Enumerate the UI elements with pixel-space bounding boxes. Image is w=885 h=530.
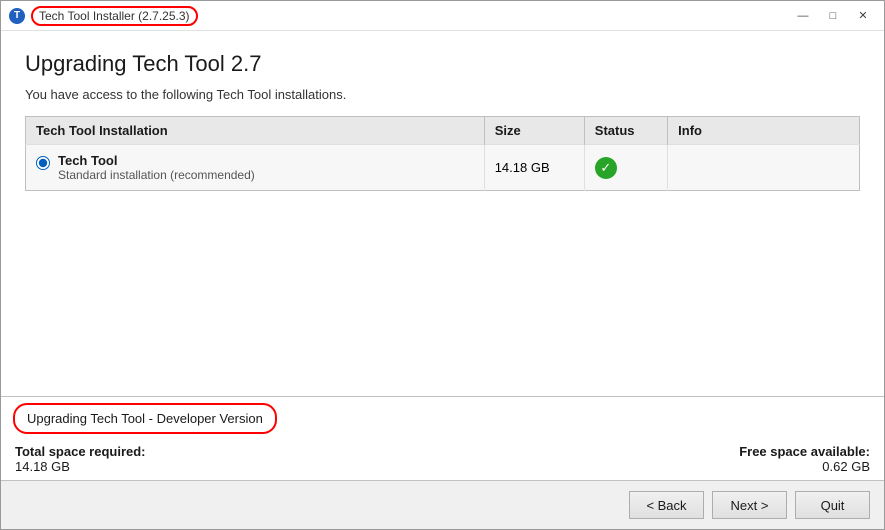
col-header-info: Info — [668, 117, 860, 145]
app-icon: T — [9, 8, 25, 24]
installation-radio[interactable] — [36, 156, 50, 170]
maximize-button[interactable]: □ — [820, 6, 846, 26]
footer-status-text: Upgrading Tech Tool - Developer Version — [13, 403, 277, 434]
table-header-row: Tech Tool Installation Size Status Info — [26, 117, 860, 145]
size-cell: 14.18 GB — [484, 145, 584, 191]
footer-space-row: Total space required: 14.18 GB Free spac… — [1, 440, 884, 480]
title-bar: T Tech Tool Installer (2.7.25.3) — □ ✕ — [1, 1, 884, 31]
footer: Upgrading Tech Tool - Developer Version … — [1, 396, 884, 529]
minimize-button[interactable]: — — [790, 6, 816, 26]
total-space-label: Total space required: — [15, 444, 146, 459]
back-button[interactable]: < Back — [629, 491, 704, 519]
quit-button[interactable]: Quit — [795, 491, 870, 519]
col-header-size: Size — [484, 117, 584, 145]
title-bar-left: T Tech Tool Installer (2.7.25.3) — [9, 6, 198, 26]
radio-cell: Tech Tool Standard installation (recomme… — [36, 153, 474, 182]
info-cell — [668, 145, 860, 191]
total-space-value: 14.18 GB — [15, 459, 70, 474]
content-spacer — [25, 191, 860, 396]
install-name: Tech Tool — [58, 153, 255, 168]
status-ok-icon: ✓ — [595, 157, 617, 179]
page-subtitle: You have access to the following Tech To… — [25, 87, 860, 102]
installation-cell[interactable]: Tech Tool Standard installation (recomme… — [26, 145, 485, 191]
close-button[interactable]: ✕ — [850, 6, 876, 26]
footer-buttons: < Back Next > Quit — [1, 480, 884, 529]
col-header-installation: Tech Tool Installation — [26, 117, 485, 145]
status-cell: ✓ — [584, 145, 667, 191]
title-bar-controls: — □ ✕ — [790, 6, 876, 26]
page-title: Upgrading Tech Tool 2.7 — [25, 51, 860, 77]
footer-status-wrapper: Upgrading Tech Tool - Developer Version — [1, 397, 884, 440]
free-space-group: Free space available: 0.62 GB — [739, 444, 870, 474]
next-button[interactable]: Next > — [712, 491, 787, 519]
installations-table: Tech Tool Installation Size Status Info … — [25, 116, 860, 191]
free-space-value: 0.62 GB — [822, 459, 870, 474]
installer-window: T Tech Tool Installer (2.7.25.3) — □ ✕ U… — [0, 0, 885, 530]
window-title: Tech Tool Installer (2.7.25.3) — [31, 6, 198, 26]
col-header-status: Status — [584, 117, 667, 145]
table-row: Tech Tool Standard installation (recomme… — [26, 145, 860, 191]
install-desc: Standard installation (recommended) — [58, 168, 255, 182]
total-space-group: Total space required: 14.18 GB — [15, 444, 146, 474]
main-content: Upgrading Tech Tool 2.7 You have access … — [1, 31, 884, 396]
installation-info: Tech Tool Standard installation (recomme… — [58, 153, 255, 182]
free-space-label: Free space available: — [739, 444, 870, 459]
